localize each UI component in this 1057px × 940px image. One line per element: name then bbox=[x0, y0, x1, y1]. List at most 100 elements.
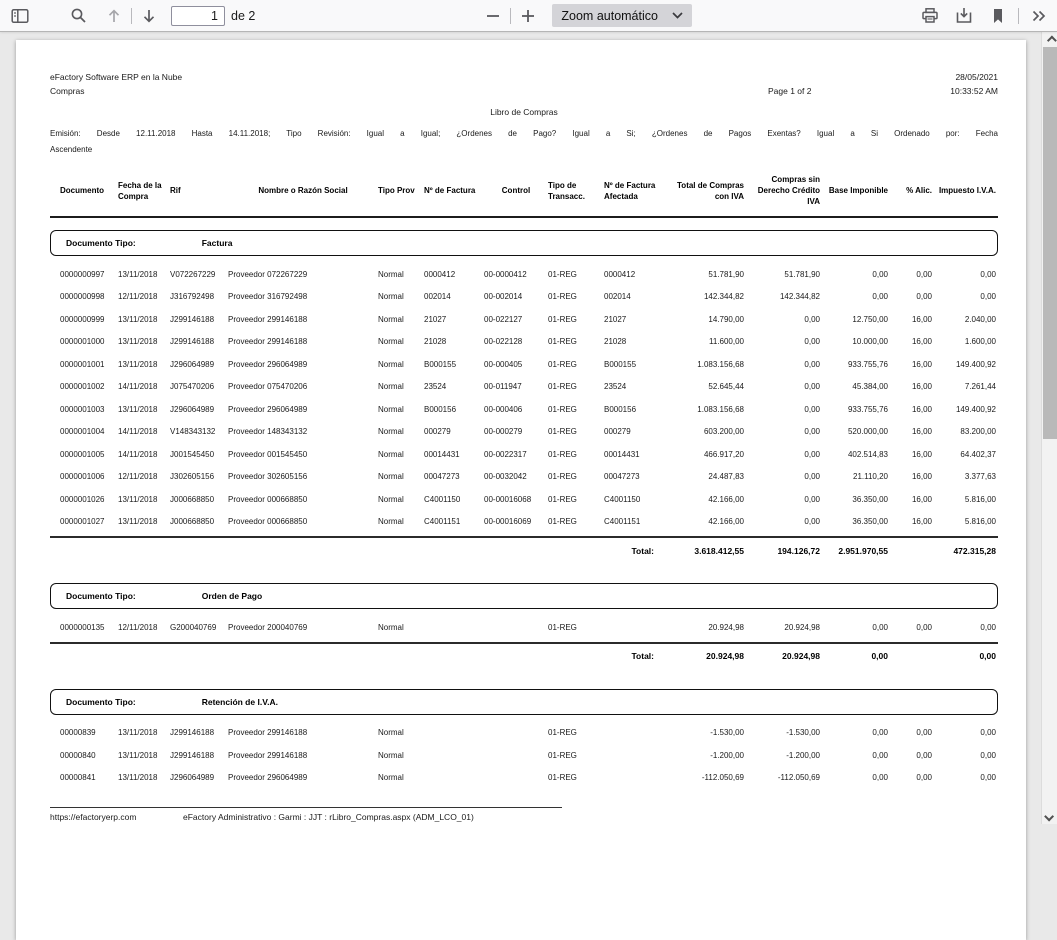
table-cell: 0,00 bbox=[934, 773, 998, 782]
table-row: 000000100313/11/2018J296064989Proveedor … bbox=[50, 398, 998, 421]
table-cell: 00-000406 bbox=[484, 405, 548, 414]
table-cell: 00-000279 bbox=[484, 427, 548, 436]
table-cell: 0,00 bbox=[822, 728, 890, 737]
next-page-button[interactable] bbox=[135, 3, 163, 29]
table-cell: 00-00016068 bbox=[484, 495, 548, 504]
sidebar-toggle-button[interactable] bbox=[6, 3, 34, 29]
table-cell: 000279 bbox=[424, 427, 484, 436]
table-cell: 16,00 bbox=[890, 382, 934, 391]
table-cell: 16,00 bbox=[890, 360, 934, 369]
more-tools-button[interactable] bbox=[1025, 3, 1053, 29]
table-cell: 2.951.970,55 bbox=[822, 546, 890, 556]
table-cell: 01-REG bbox=[548, 315, 604, 324]
table-cell: 402.514,83 bbox=[822, 450, 890, 459]
table-cell: 0,00 bbox=[890, 270, 934, 279]
table-cell: 0,00 bbox=[934, 728, 998, 737]
vertical-scrollbar[interactable] bbox=[1041, 32, 1057, 824]
table-row: 000000099812/11/2018J316792498Proveedor … bbox=[50, 286, 998, 309]
table-cell: 0,00 bbox=[746, 450, 822, 459]
bookmark-button[interactable] bbox=[984, 3, 1012, 29]
table-cell: J299146188 bbox=[170, 337, 228, 346]
table-cell: C4001150 bbox=[604, 495, 666, 504]
bookmark-icon bbox=[991, 8, 1005, 24]
table-cell: 10.000,00 bbox=[822, 337, 890, 346]
table-cell: 933.755,76 bbox=[822, 405, 890, 414]
scroll-down-button[interactable] bbox=[1042, 808, 1057, 824]
table-cell: Proveedor 148343132 bbox=[228, 427, 378, 436]
table-cell: 194.126,72 bbox=[746, 546, 822, 556]
previous-page-button[interactable] bbox=[100, 3, 128, 29]
table-cell: 13/11/2018 bbox=[118, 751, 170, 760]
table-cell: 0,00 bbox=[746, 472, 822, 481]
table-cell: 00-0032042 bbox=[484, 472, 548, 481]
table-cell: 13/11/2018 bbox=[118, 337, 170, 346]
table-cell: 0000001004 bbox=[60, 427, 118, 436]
minus-icon bbox=[486, 9, 500, 23]
table-cell: 00-022128 bbox=[484, 337, 548, 346]
table-cell: 12.750,00 bbox=[822, 315, 890, 324]
table-cell: 0,00 bbox=[890, 292, 934, 301]
table-cell: 00047273 bbox=[604, 472, 666, 481]
table-cell: Normal bbox=[378, 315, 424, 324]
table-cell: Normal bbox=[378, 337, 424, 346]
column-header: Documento bbox=[60, 185, 118, 196]
table-cell: 14/11/2018 bbox=[118, 427, 170, 436]
table-cell: 20.924,98 bbox=[746, 623, 822, 632]
table-cell: 01-REG bbox=[548, 472, 604, 481]
table-cell: 36.350,00 bbox=[822, 517, 890, 526]
table-cell: Normal bbox=[378, 270, 424, 279]
download-button[interactable] bbox=[950, 3, 978, 29]
table-cell: 0,00 bbox=[746, 405, 822, 414]
table-row: 000000099913/11/2018J299146188Proveedor … bbox=[50, 308, 998, 331]
table-cell: 01-REG bbox=[548, 427, 604, 436]
table-cell: -112.050,69 bbox=[746, 773, 822, 782]
table-cell: 16,00 bbox=[890, 495, 934, 504]
table-cell: 12/11/2018 bbox=[118, 472, 170, 481]
print-button[interactable] bbox=[916, 3, 944, 29]
total-row: Total:3.618.412,55194.126,722.951.970,55… bbox=[50, 538, 998, 563]
table-row: 000000100013/11/2018J299146188Proveedor … bbox=[50, 331, 998, 354]
table-cell: -112.050,69 bbox=[666, 773, 746, 782]
module-name: Compras bbox=[50, 84, 768, 98]
zoom-in-button[interactable] bbox=[514, 3, 542, 29]
document-type-box: Documento Tipo: Factura bbox=[50, 230, 998, 256]
table-cell: 01-REG bbox=[548, 495, 604, 504]
scroll-up-button[interactable] bbox=[1042, 32, 1057, 48]
table-cell: Proveedor 296064989 bbox=[228, 405, 378, 414]
table-cell: 45.384,00 bbox=[822, 382, 890, 391]
search-button[interactable] bbox=[64, 3, 92, 29]
table-cell: 24.487,83 bbox=[666, 472, 746, 481]
table-cell: Normal bbox=[378, 495, 424, 504]
table-row: 000000102613/11/2018J000668850Proveedor … bbox=[50, 488, 998, 511]
zoom-select[interactable]: Zoom automático bbox=[552, 4, 692, 27]
toolbar-divider bbox=[1018, 8, 1019, 24]
table-row: 0000084113/11/2018J296064989Proveedor 29… bbox=[50, 767, 998, 790]
page-number-input[interactable] bbox=[171, 6, 225, 26]
table-cell: -1.530,00 bbox=[746, 728, 822, 737]
table-cell: J299146188 bbox=[170, 728, 228, 737]
table-cell: 0,00 bbox=[890, 623, 934, 632]
table-cell: Proveedor 000668850 bbox=[228, 495, 378, 504]
table-cell: 0,00 bbox=[822, 651, 890, 661]
zoom-out-button[interactable] bbox=[479, 3, 507, 29]
table-cell: Normal bbox=[378, 405, 424, 414]
table-cell: 20.924,98 bbox=[746, 651, 822, 661]
scrollbar-thumb[interactable] bbox=[1043, 47, 1057, 439]
table-row: 0000084013/11/2018J299146188Proveedor 29… bbox=[50, 744, 998, 767]
table-cell: Proveedor 075470206 bbox=[228, 382, 378, 391]
footer-url: https://efactoryerp.com bbox=[50, 812, 183, 822]
chevron-down-icon bbox=[672, 12, 683, 19]
chevron-up-icon bbox=[1046, 35, 1056, 45]
column-header: Nº de Factura bbox=[424, 185, 484, 196]
table-cell: 933.755,76 bbox=[822, 360, 890, 369]
search-icon bbox=[70, 7, 87, 24]
table-cell: 0,00 bbox=[746, 315, 822, 324]
column-header: Total de Compras con IVA bbox=[666, 180, 746, 202]
table-cell: 13/11/2018 bbox=[118, 517, 170, 526]
table-row: 000000100414/11/2018V148343132Proveedor … bbox=[50, 421, 998, 444]
column-header: % Alic. bbox=[890, 185, 934, 196]
table-cell: Proveedor 316792498 bbox=[228, 292, 378, 301]
document-type-box: Documento Tipo: Orden de Pago bbox=[50, 583, 998, 609]
table-cell: 01-REG bbox=[548, 751, 604, 760]
table-cell: 00047273 bbox=[424, 472, 484, 481]
